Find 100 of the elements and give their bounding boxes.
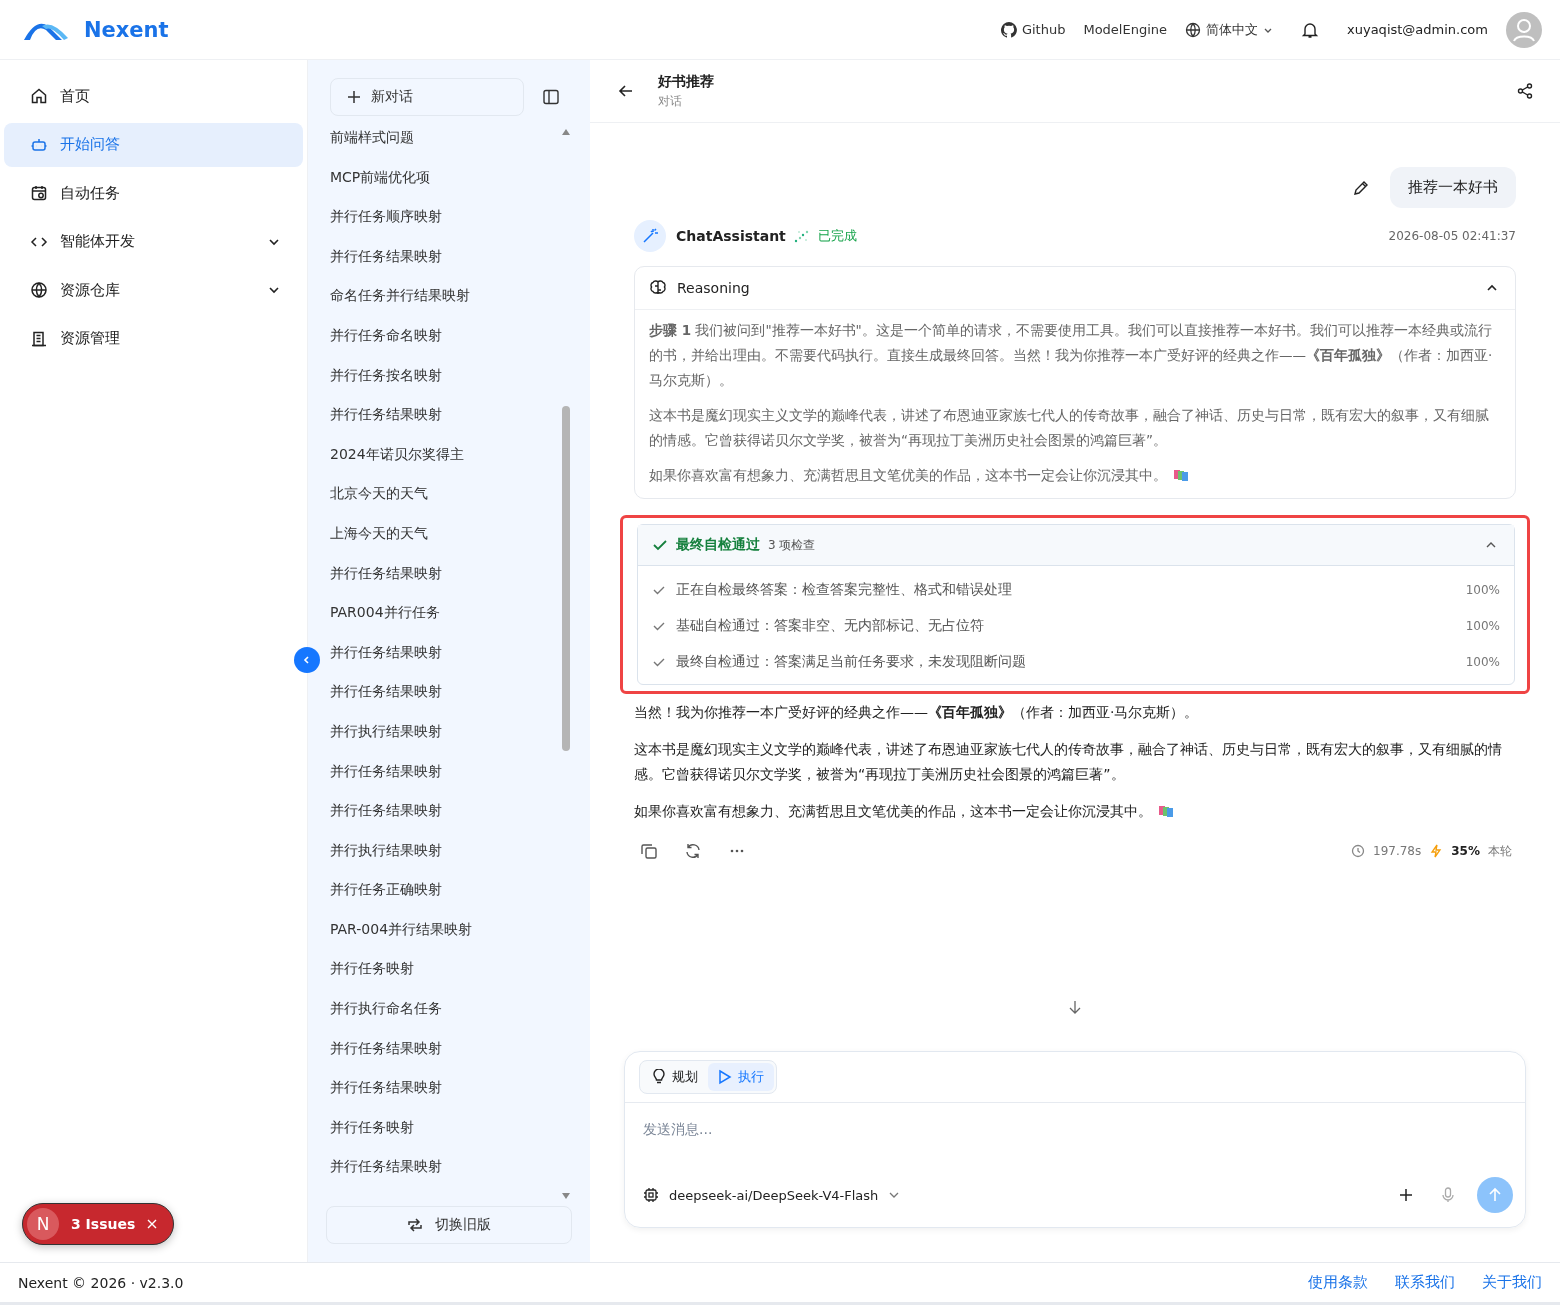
conversation-item[interactable]: 并行任务结果映射 [326, 395, 560, 435]
scroll-down-arrow-icon[interactable] [1068, 1000, 1082, 1014]
composer-panel[interactable]: 规划 执行 发送消息... deepseek-ai/DeepSeek-V4-Flash [624, 1051, 1526, 1228]
conversation-item[interactable]: 并行任务映射 [326, 1107, 560, 1148]
check-item-text: 正在自检最终答案：检查答案完整性、格式和错误处理 [676, 581, 1012, 599]
nav-item[interactable]: 资源管理 [4, 316, 303, 361]
play-icon [718, 1069, 732, 1085]
scroll-down-icon[interactable] [561, 1192, 571, 1200]
globe-icon [30, 281, 48, 299]
dots-icon [793, 229, 810, 243]
scroll-up-icon[interactable] [561, 128, 571, 136]
message-input[interactable]: 发送消息... [625, 1103, 1525, 1177]
new-chat-button[interactable]: 新对话 [330, 78, 524, 116]
copy-icon[interactable] [640, 842, 658, 860]
conversation-item[interactable]: 并行执行结果映射 [326, 711, 560, 752]
sidebar-toggle-icon[interactable] [542, 88, 560, 106]
check-item-text: 最终自检通过：答案满足当前任务要求，未发现阻断问题 [676, 653, 1026, 671]
user-message: 推荐一本好书 [1390, 167, 1516, 208]
nav-item[interactable]: 智能体开发 [4, 219, 303, 264]
conversation-item[interactable]: MCP前端优化项 [326, 157, 560, 198]
answer-paragraph: 如果你喜欢富有想象力、充满哲思且文笔优美的作品，这本书一定会让你沉浸其中。 [634, 799, 1516, 824]
self-check-header[interactable]: 最终自检通过 3 项检查 [638, 525, 1514, 566]
conversation-item[interactable]: 前端样式问题 [326, 118, 560, 158]
conversation-item[interactable]: 并行执行命名任务 [326, 989, 560, 1029]
conversation-item[interactable]: 并行执行结果映射 [326, 830, 560, 871]
brand-name: Nexent [84, 17, 169, 42]
close-icon[interactable] [147, 1219, 158, 1229]
conversation-item[interactable]: PAR-004并行结果映射 [326, 909, 560, 950]
duration: 197.78s [1373, 844, 1422, 858]
add-icon[interactable] [1399, 1188, 1413, 1202]
books-icon [1158, 804, 1174, 818]
collapse-sidebar-button[interactable] [294, 647, 320, 673]
model-selector[interactable]: deepseek-ai/DeepSeek-V4-Flash [643, 1187, 901, 1203]
message-time: 2026-08-05 02:41:37 [1388, 229, 1516, 243]
check-item-text: 基础自检通过：答案非空、无内部标记、无占位符 [676, 617, 984, 635]
reasoning-paragraph: 步骤 1 我们被问到"推荐一本好书"。这是一个简单的请求，不需要使用工具。我们可以直接推荐一本好书。我们可以推荐一本经典或流行的书，并给出理由。不需要代码执行。直接生成最终回答。当然！我为你推荐一本广受好评的经典之作——《百年孤独》（作者：加西亚·马尔克斯）。 [649, 321, 1494, 390]
nav-item[interactable]: 自动任务 [4, 171, 303, 215]
brain-icon [649, 279, 667, 297]
conversation-item[interactable]: 北京今天的天气 [326, 474, 560, 514]
copyright: Nexent © 2026 · v2.3.0 [18, 1274, 184, 1291]
conversation-item[interactable]: 并行任务按名映射 [326, 355, 560, 396]
issues-count: 3 Issues [71, 1216, 136, 1232]
footer-link[interactable]: 使用条款 [1308, 1273, 1368, 1292]
nav-item[interactable]: 首页 [4, 74, 303, 118]
swap-icon [407, 1218, 423, 1232]
refresh-icon[interactable] [684, 842, 702, 860]
clock-icon [1351, 844, 1365, 858]
conversation-item[interactable]: 并行任务顺序映射 [326, 197, 560, 237]
arrow-up-icon [1487, 1187, 1503, 1203]
issues-badge[interactable]: N 3 Issues [22, 1203, 175, 1245]
share-icon[interactable] [1516, 82, 1534, 100]
magic-wand-icon [634, 220, 666, 252]
lightning-icon [1429, 844, 1444, 858]
conversation-item[interactable]: 并行任务结果映射 [326, 236, 560, 277]
status-label: 已完成 [817, 227, 857, 245]
nav-item[interactable]: 开始问答 [4, 122, 303, 167]
conversation-item[interactable]: 命名任务并行结果映射 [326, 276, 560, 316]
mode-tab[interactable]: 规划 [642, 1063, 708, 1091]
answer-paragraph: 当然！我为你推荐一本广受好评的经典之作——《百年孤独》（作者：加西亚·马尔克斯）。 [634, 703, 1200, 722]
check-icon [652, 537, 668, 553]
lightbulb-icon [652, 1069, 666, 1085]
conversation-item[interactable]: 并行任务映射 [326, 949, 560, 990]
conversation-item[interactable]: 并行任务结果映射 [326, 751, 560, 792]
reasoning-paragraph: 这本书是魔幻现实主义文学的巅峰代表，讲述了布恩迪亚家族七代人的传奇故事，融合了神话、历史与日常，既有宏大的叙事，又有细腻的情感。它曾获得诺贝尔文学奖，被誉为“再现拉丁美洲历史社会图景的鸿篇巨著”。 [649, 406, 1490, 450]
conversation-item[interactable]: 并行任务结果映射 [326, 791, 560, 831]
user-email: xuyaqist@admin.com [1347, 22, 1488, 37]
chevron-left-icon [302, 655, 312, 665]
books-icon [1173, 468, 1189, 482]
conversation-item[interactable]: 并行任务结果映射 [326, 632, 560, 673]
conversation-item[interactable]: PAR004并行任务 [326, 593, 560, 633]
nav-item[interactable]: 资源仓库 [4, 268, 303, 312]
conversation-item[interactable]: 并行任务结果映射 [326, 553, 560, 594]
check-percent: 100% [1465, 619, 1500, 633]
github-icon [1000, 21, 1017, 38]
notification-bell-icon[interactable] [1301, 20, 1320, 39]
conversation-item[interactable]: 上海今天的天气 [326, 513, 560, 554]
modelengine-link[interactable]: ModelEngine [1083, 22, 1168, 37]
conversation-item[interactable]: 并行任务结果映射 [326, 672, 560, 712]
conversation-item[interactable]: 并行任务结果映射 [326, 1068, 560, 1108]
scrollbar-thumb[interactable] [562, 406, 570, 751]
reasoning-header[interactable]: Reasoning [635, 267, 1515, 310]
answer-paragraph: 这本书是魔幻现实主义文学的巅峰代表，讲述了布恩迪亚家族七代人的传奇故事，融合了神话、历史与日常，既有宏大的叙事，又有细腻的情感。它曾获得诺贝尔文学奖，被誉为“再现拉丁美洲历史社会图景的鸿篇巨著”。 [634, 740, 1503, 784]
chat-subtitle: 对话 [658, 92, 683, 110]
switch-version-button[interactable]: 切换旧版 [326, 1206, 572, 1244]
github-link[interactable]: Github [1000, 21, 1066, 38]
globe-icon [1185, 21, 1202, 38]
language-selector[interactable]: 简体中文 [1185, 20, 1274, 39]
mode-tab[interactable]: 执行 [708, 1063, 774, 1091]
check-percent: 100% [1465, 583, 1500, 597]
chat-title: 好书推荐 [658, 72, 714, 91]
usage-percent: 35% [1451, 844, 1480, 858]
footer-link[interactable]: 关于我们 [1482, 1273, 1542, 1292]
conversation-item[interactable]: 并行任务命名映射 [326, 315, 560, 356]
conversation-item[interactable]: 并行任务正确映射 [326, 870, 560, 910]
conversation-item[interactable]: 2024年诺贝尔奖得主 [326, 434, 560, 475]
conversation-item[interactable]: 并行任务结果映射 [326, 1028, 560, 1069]
footer-link[interactable]: 联系我们 [1395, 1273, 1455, 1292]
back-arrow-icon[interactable] [618, 83, 634, 99]
conversation-item[interactable]: 并行任务结果映射 [326, 1147, 560, 1188]
plus-icon [347, 90, 361, 104]
